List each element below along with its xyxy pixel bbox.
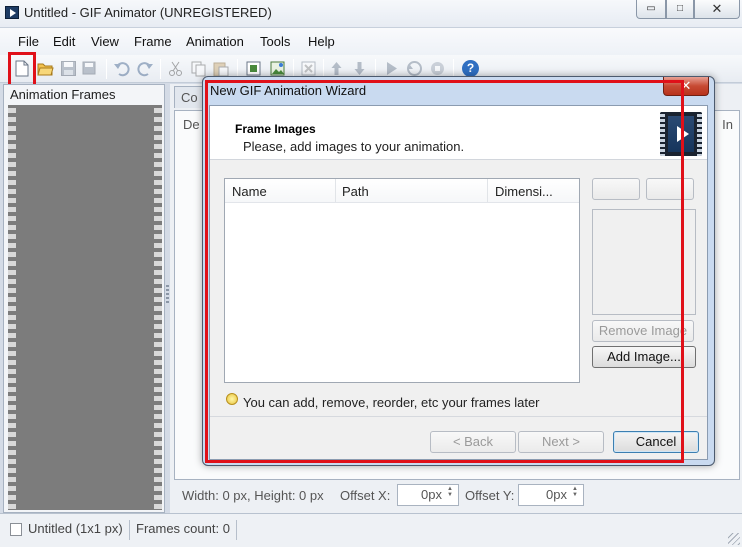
move-up-button[interactable]	[592, 178, 640, 200]
save-as-icon[interactable]	[81, 60, 98, 77]
menu-edit[interactable]: Edit	[53, 34, 75, 49]
animation-frames-title: Animation Frames	[10, 87, 116, 102]
document-icon	[10, 523, 22, 536]
move-down-icon[interactable]	[351, 60, 368, 77]
cut-icon[interactable]	[167, 60, 184, 77]
menu-tools[interactable]: Tools	[260, 34, 290, 49]
image-preview	[592, 209, 696, 315]
help-icon[interactable]: ?	[462, 60, 479, 77]
list-header: Name Path Dimensi...	[225, 179, 579, 203]
tip-text: You can add, remove, reorder, etc your f…	[243, 395, 540, 410]
menu-help[interactable]: Help	[308, 34, 335, 49]
delete-frame-icon[interactable]	[300, 60, 317, 77]
add-frame-icon[interactable]	[245, 60, 262, 77]
close-button[interactable]: ✕	[694, 0, 740, 19]
window-title: Untitled - GIF Animator (UNREGISTERED)	[24, 5, 272, 20]
open-folder-icon[interactable]	[37, 60, 54, 77]
move-down-button[interactable]	[646, 178, 694, 200]
frame-images-list[interactable]: Name Path Dimensi...	[224, 178, 580, 383]
frame-properties-bar: Width: 0 px, Height: 0 px Offset X: 0px …	[174, 482, 740, 508]
dialog-close-button[interactable]: ✕	[663, 77, 709, 96]
play-icon[interactable]	[383, 60, 400, 77]
add-image-button[interactable]: Add Image...	[592, 346, 696, 368]
animation-frames-panel: Animation Frames	[3, 84, 165, 513]
remove-image-button[interactable]: Remove Image	[592, 320, 694, 342]
menu-animation[interactable]: Animation	[186, 34, 244, 49]
column-name[interactable]: Name	[232, 184, 267, 199]
dialog-title: New GIF Animation Wizard	[210, 83, 367, 98]
move-up-icon[interactable]	[328, 60, 345, 77]
dialog-body: Frame Images Please, add images to your …	[209, 105, 708, 460]
status-bar: Untitled (1x1 px) Frames count: 0	[0, 513, 742, 547]
minimize-button[interactable]: ▭	[636, 0, 666, 19]
offset-x-label: Offset X:	[340, 488, 391, 503]
new-gif-wizard-dialog: New GIF Animation Wizard ✕ Frame Images …	[202, 76, 715, 466]
film-play-icon	[660, 112, 702, 156]
paste-icon[interactable]	[212, 60, 229, 77]
wizard-step-title: Frame Images	[235, 122, 316, 136]
resize-grip[interactable]	[728, 533, 740, 545]
frames-filmstrip[interactable]	[8, 105, 162, 510]
status-frames-count: Frames count: 0	[136, 521, 230, 536]
column-dimensions[interactable]: Dimensi...	[495, 184, 553, 199]
tab-details[interactable]: De	[183, 117, 200, 132]
tab-info[interactable]: In	[722, 117, 733, 132]
undo-icon[interactable]	[113, 60, 130, 77]
app-icon	[5, 6, 19, 19]
save-icon[interactable]	[60, 60, 77, 77]
menu-view[interactable]: View	[91, 34, 119, 49]
title-bar: Untitled - GIF Animator (UNREGISTERED) ▭…	[0, 0, 742, 27]
maximize-button[interactable]: □	[666, 0, 694, 19]
lightbulb-icon	[226, 393, 238, 405]
copy-icon[interactable]	[190, 60, 207, 77]
rewind-icon[interactable]	[406, 60, 423, 77]
menu-bar: File Edit View Frame Animation Tools Hel…	[0, 27, 742, 55]
redo-icon[interactable]	[137, 60, 154, 77]
offset-x-input[interactable]: 0px	[397, 484, 459, 506]
offset-y-input[interactable]: 0px	[518, 484, 584, 506]
menu-frame[interactable]: Frame	[134, 34, 172, 49]
next-button[interactable]: Next >	[518, 431, 604, 453]
wizard-header: Frame Images Please, add images to your …	[210, 106, 707, 160]
offset-y-label: Offset Y:	[465, 488, 515, 503]
new-file-icon[interactable]	[13, 60, 30, 77]
wizard-step-subtitle: Please, add images to your animation.	[243, 139, 465, 154]
frame-size-label: Width: 0 px, Height: 0 px	[182, 488, 324, 503]
insert-image-icon[interactable]	[269, 60, 286, 77]
stop-icon[interactable]	[429, 60, 446, 77]
menu-file[interactable]: File	[18, 34, 39, 49]
cancel-button[interactable]: Cancel	[613, 431, 699, 453]
column-path[interactable]: Path	[342, 184, 369, 199]
status-file: Untitled (1x1 px)	[28, 521, 123, 536]
splitter-handle[interactable]	[166, 285, 169, 305]
back-button[interactable]: < Back	[430, 431, 516, 453]
